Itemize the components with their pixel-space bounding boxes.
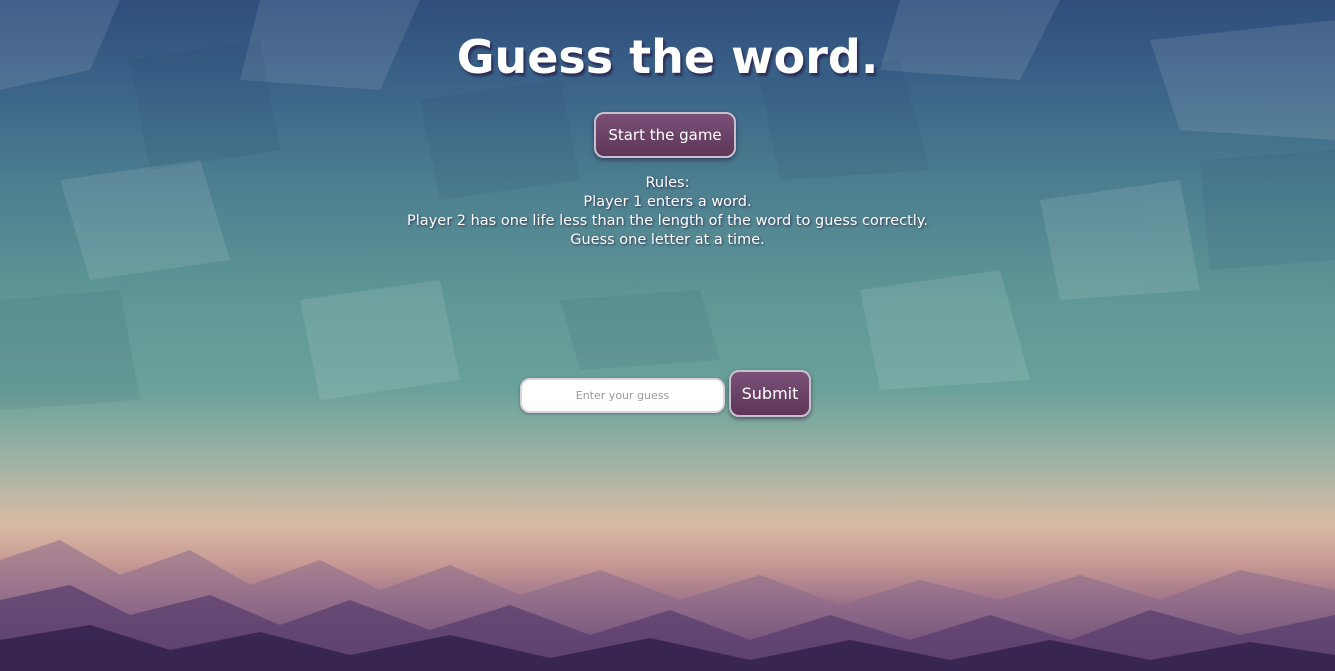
page-title: Guess the word. <box>456 30 879 84</box>
game-container: Guess the word. Start the game Rules: Pl… <box>0 0 1335 671</box>
rules-line: Player 1 enters a word. <box>583 194 752 210</box>
start-game-button[interactable]: Start the game <box>594 112 736 158</box>
guess-input[interactable] <box>520 378 725 413</box>
rules-line: Player 2 has one life less than the leng… <box>407 213 928 229</box>
rules-heading: Rules: <box>645 175 690 191</box>
rules-line: Guess one letter at a time. <box>570 232 765 248</box>
rules-block: Rules: Player 1 enters a word. Player 2 … <box>0 174 1335 250</box>
submit-button[interactable]: Submit <box>729 370 811 417</box>
